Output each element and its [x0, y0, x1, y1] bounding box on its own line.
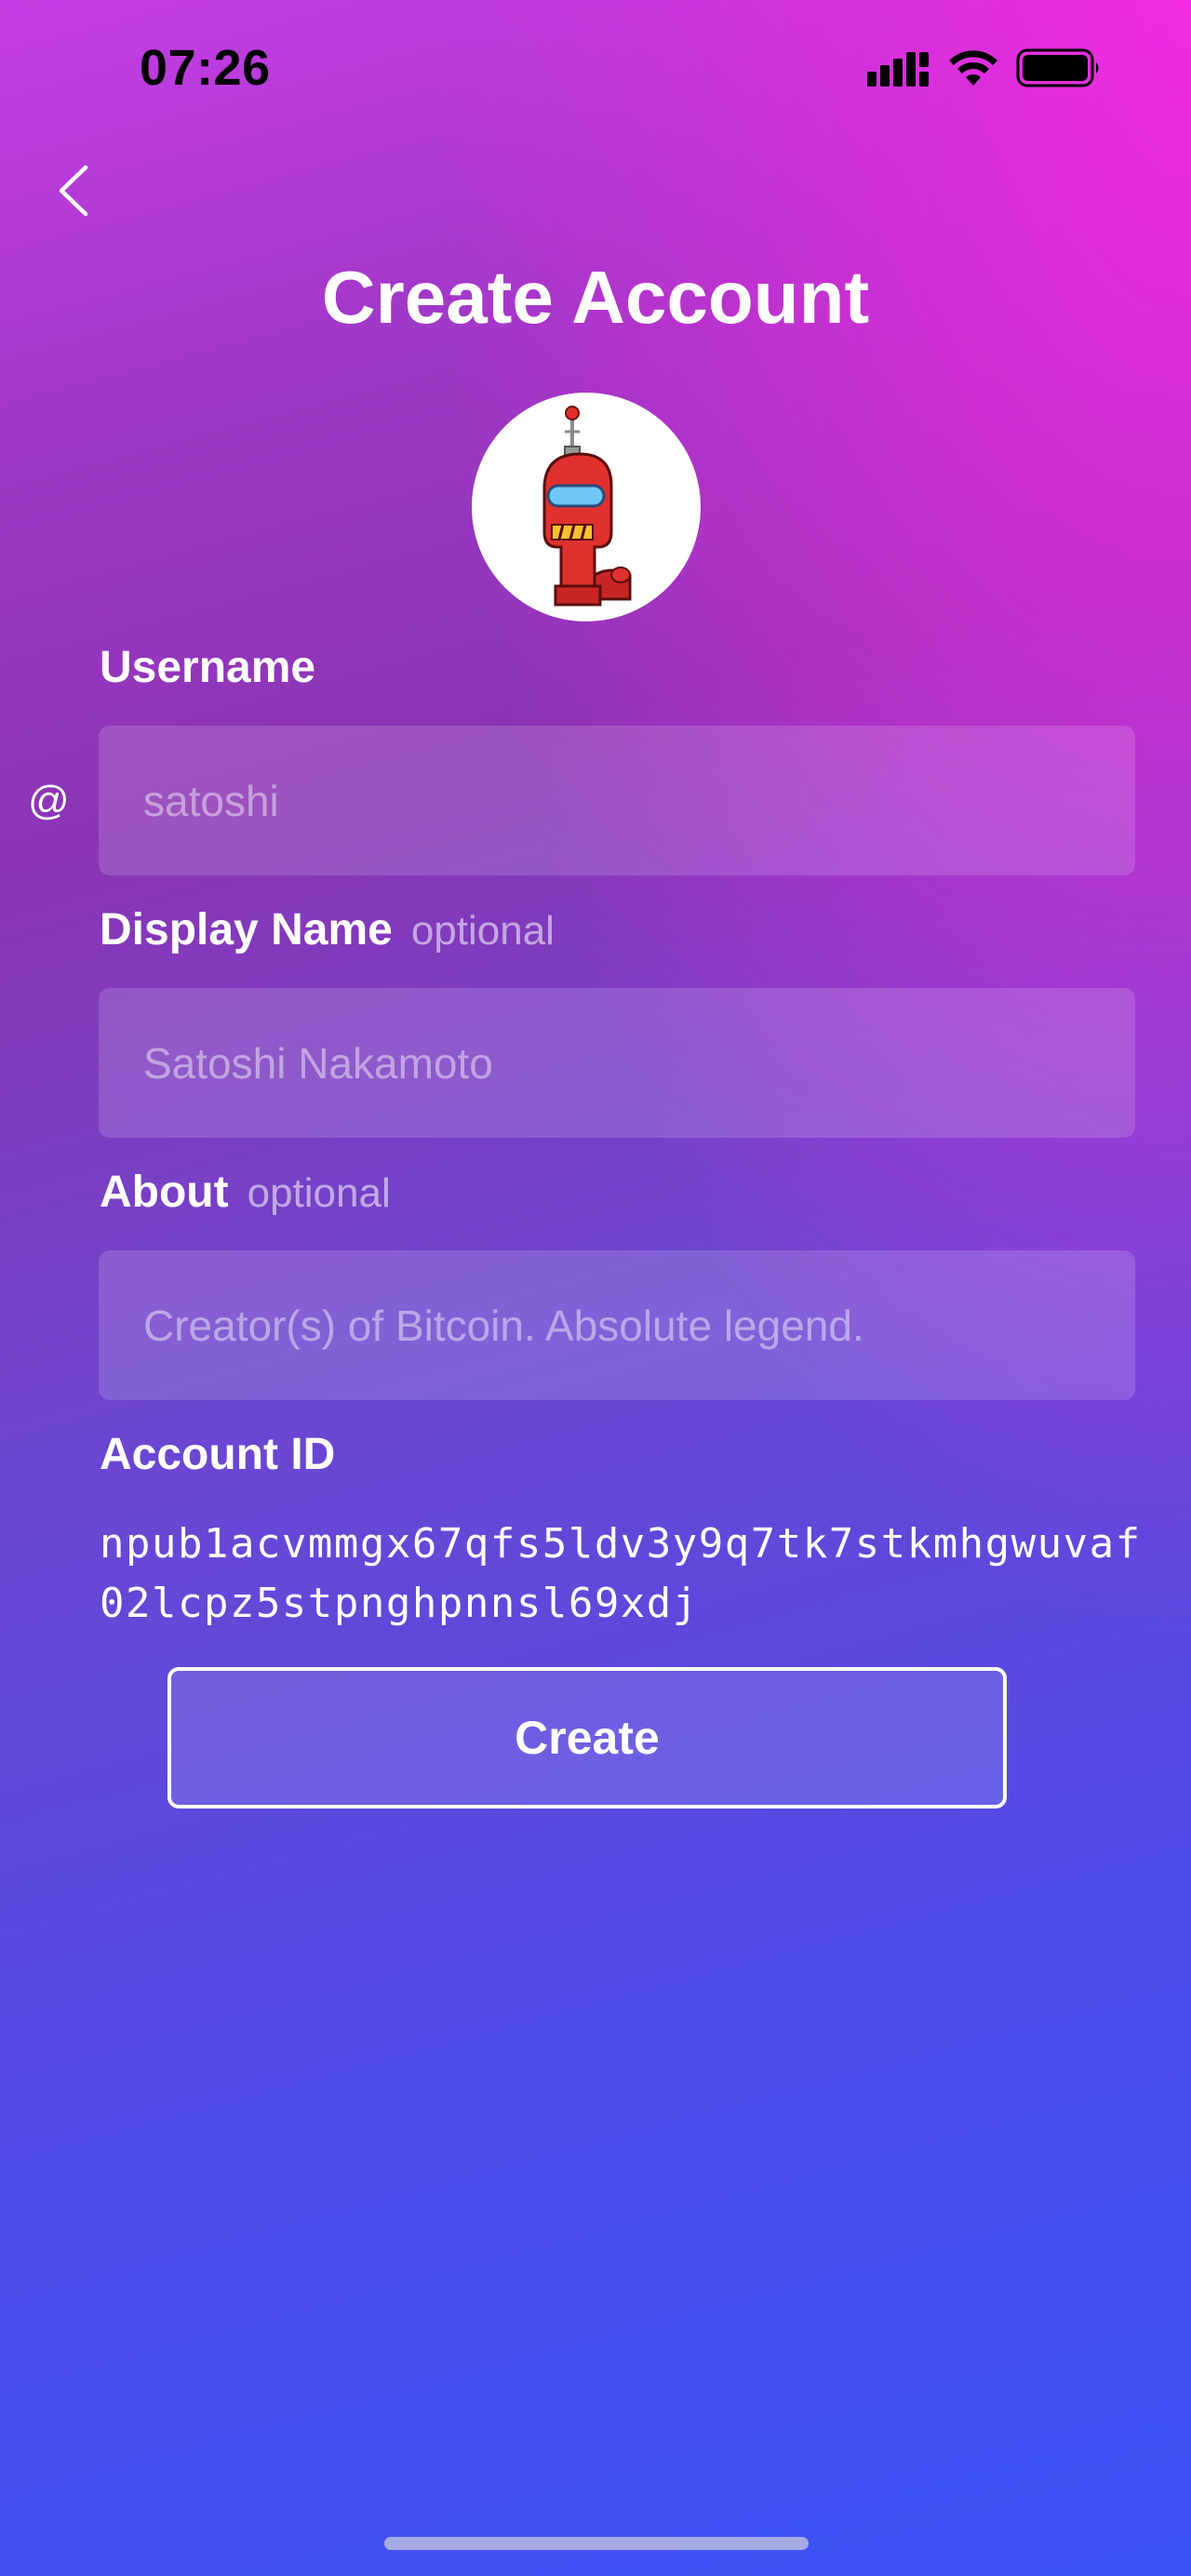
username-input[interactable] [99, 726, 1135, 875]
display-name-input[interactable] [99, 988, 1135, 1138]
display-name-label-text: Display Name [100, 905, 393, 954]
username-prefix: @ [28, 778, 70, 823]
battery-icon [1016, 48, 1099, 87]
robot-avatar-icon [542, 406, 632, 607]
chevron-left-icon [59, 165, 88, 217]
account-id-label: Account ID [100, 1429, 335, 1480]
page-title: Create Account [321, 256, 870, 339]
display-name-label: Display Name optional [100, 904, 555, 955]
username-label-text: Username [100, 643, 316, 692]
about-optional-hint: optional [247, 1170, 391, 1216]
back-button[interactable] [50, 158, 106, 223]
about-input[interactable] [99, 1250, 1135, 1400]
about-label-text: About [100, 1168, 229, 1217]
wifi-icon [949, 50, 997, 86]
username-label: Username [100, 642, 315, 693]
display-name-optional-hint: optional [410, 908, 555, 954]
create-button[interactable]: Create [167, 1667, 1007, 1809]
account-id-value[interactable]: npub1acvmmgx67qfs5ldv3y9q7tk7stkmhgwuvaf… [100, 1515, 1160, 1634]
status-bar-icons [867, 48, 1102, 87]
account-id-label-text: Account ID [100, 1430, 336, 1479]
about-label: About optional [100, 1167, 391, 1218]
status-bar-time: 07:26 [140, 40, 271, 96]
avatar[interactable] [472, 393, 701, 621]
home-indicator [384, 2537, 809, 2550]
cellular-signal-icon [867, 52, 929, 87]
